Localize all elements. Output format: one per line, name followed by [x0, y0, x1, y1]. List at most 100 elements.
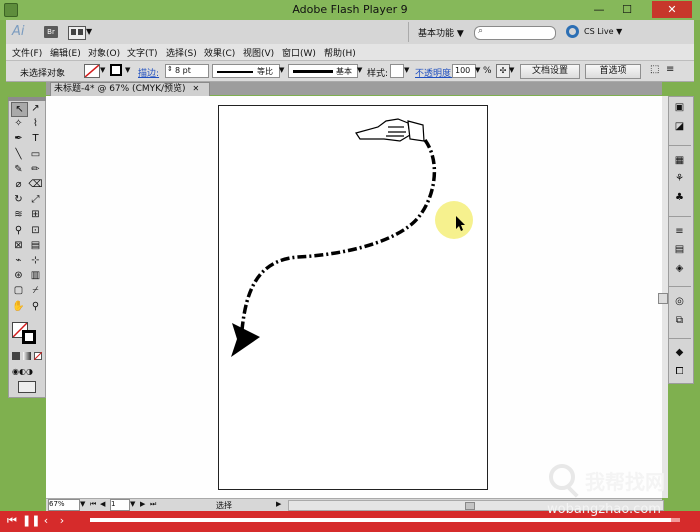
- menu-item-7[interactable]: 窗口(W): [282, 46, 316, 59]
- dock-collapse-handle[interactable]: [658, 293, 668, 304]
- brush-definition[interactable]: 基本: [288, 64, 358, 78]
- workspace-switcher[interactable]: 基本功能 ▼: [418, 26, 464, 39]
- swatches-panel-icon[interactable]: ▦: [672, 154, 687, 167]
- prev-artboard-icon[interactable]: ◀: [100, 500, 105, 508]
- color-guide-panel-icon[interactable]: ◪: [672, 120, 687, 133]
- recolor-dropdown-icon[interactable]: ▼: [509, 66, 514, 74]
- perspective-grid-tool-icon[interactable]: ⊡: [28, 224, 43, 237]
- opacity-field[interactable]: 100: [452, 64, 476, 78]
- stroke-weight-field[interactable]: 8 pt ⇕: [165, 64, 209, 78]
- eyedropper-tool-icon[interactable]: ⌁: [11, 254, 26, 267]
- style-dropdown-icon[interactable]: ▼: [404, 66, 409, 74]
- cs-live-button[interactable]: CS Live ▼: [584, 27, 622, 36]
- first-artboard-icon[interactable]: ⏮: [90, 500, 96, 509]
- artwork[interactable]: [218, 105, 486, 488]
- align-icon[interactable]: ⬚: [650, 64, 659, 75]
- last-artboard-icon[interactable]: ⏭: [150, 500, 156, 509]
- type-tool-icon[interactable]: T: [28, 132, 43, 145]
- artboard-number-field[interactable]: 1: [110, 499, 130, 511]
- stroke-dropdown-icon[interactable]: ▼: [125, 66, 130, 74]
- maximize-button[interactable]: ☐: [614, 1, 640, 18]
- status-menu-icon[interactable]: ▶: [276, 500, 281, 508]
- shape-builder-tool-icon[interactable]: ⚲: [11, 224, 26, 237]
- artboard-dropdown-icon[interactable]: ▼: [130, 500, 135, 508]
- stroke-swatch[interactable]: [110, 64, 122, 76]
- gradient-tool-icon[interactable]: ▤: [28, 239, 43, 252]
- stroke-label[interactable]: 描边:: [138, 66, 159, 79]
- recolor-icon[interactable]: ✣: [496, 64, 510, 78]
- bridge-button[interactable]: Br: [44, 26, 58, 38]
- document-setup-button[interactable]: 文档设置: [520, 64, 580, 79]
- draw-mode-icons[interactable]: ◉◐◑: [12, 367, 40, 376]
- graphic-styles-panel-icon[interactable]: ⧉: [672, 314, 687, 327]
- profile-dropdown-icon[interactable]: ▼: [279, 66, 284, 74]
- menu-item-6[interactable]: 视图(V): [243, 46, 274, 59]
- pointing-hand-icon[interactable]: [355, 118, 425, 142]
- opacity-label[interactable]: 不透明度:: [415, 66, 454, 79]
- direct-selection-tool-icon[interactable]: ↗: [28, 102, 43, 115]
- skip-back-icon[interactable]: ⏮: [6, 514, 18, 528]
- tools-panel-grip[interactable]: [8, 97, 46, 101]
- magic-wand-tool-icon[interactable]: ✧: [11, 117, 26, 130]
- pen-tool-icon[interactable]: ✒: [11, 132, 26, 145]
- appearance-panel-icon[interactable]: ◎: [672, 295, 687, 308]
- screen-mode-icon[interactable]: [18, 381, 36, 393]
- fill-swatch[interactable]: [84, 64, 100, 78]
- artboard-tool-icon[interactable]: ▢: [11, 284, 26, 297]
- arrange-documents-icon[interactable]: [68, 26, 86, 40]
- paintbrush-tool-icon[interactable]: ✎: [11, 163, 26, 176]
- zoom-field[interactable]: 67%: [48, 499, 80, 511]
- brushes-panel-icon[interactable]: ⚘: [672, 172, 687, 185]
- search-input[interactable]: ⌕: [474, 26, 556, 40]
- slice-tool-icon[interactable]: ⌿: [28, 284, 43, 297]
- next-frame-icon[interactable]: ›: [56, 514, 68, 528]
- zoom-tool-icon[interactable]: ⚲: [28, 300, 43, 313]
- color-mode-icon[interactable]: [12, 352, 20, 360]
- arrange-dropdown-icon[interactable]: ▼: [86, 27, 92, 36]
- menu-item-3[interactable]: 文字(T): [127, 46, 158, 59]
- stepper-icon[interactable]: ⇕: [167, 65, 173, 73]
- opacity-dropdown-icon[interactable]: ▼: [475, 66, 480, 74]
- none-mode-icon[interactable]: [34, 352, 42, 360]
- transparency-panel-icon[interactable]: ◈: [672, 262, 687, 275]
- dash-dot-curve[interactable]: [240, 138, 437, 331]
- menu-item-4[interactable]: 选择(S): [166, 46, 197, 59]
- tab-close-icon[interactable]: ✕: [192, 84, 199, 93]
- variable-width-profile[interactable]: 等比: [212, 64, 280, 78]
- gradient-mode-icon[interactable]: [23, 352, 31, 360]
- rectangle-tool-icon[interactable]: ▭: [28, 148, 43, 161]
- next-artboard-icon[interactable]: ▶: [140, 500, 145, 508]
- panel-menu-icon[interactable]: ≡: [666, 64, 674, 75]
- arrowhead-icon[interactable]: [231, 323, 260, 357]
- menu-item-8[interactable]: 帮助(H): [324, 46, 356, 59]
- color-panel-icon[interactable]: ▣: [672, 101, 687, 114]
- blend-tool-icon[interactable]: ⊹: [28, 254, 43, 267]
- stroke-panel-icon[interactable]: ≡: [672, 225, 687, 238]
- gradient-panel-icon[interactable]: ▤: [672, 243, 687, 256]
- style-swatch[interactable]: [390, 64, 404, 78]
- preferences-button[interactable]: 首选项: [585, 64, 641, 79]
- pencil-tool-icon[interactable]: ✏: [28, 163, 43, 176]
- menu-item-5[interactable]: 效果(C): [204, 46, 235, 59]
- hand-tool-icon[interactable]: ✋: [11, 300, 26, 313]
- pause-icon[interactable]: ❚❚: [22, 514, 40, 528]
- symbols-panel-icon[interactable]: ♣: [672, 191, 687, 204]
- minimize-button[interactable]: —: [586, 1, 612, 18]
- selection-tool-icon[interactable]: ↖: [11, 102, 28, 117]
- horizontal-scroll-thumb[interactable]: [465, 502, 475, 510]
- column-graph-tool-icon[interactable]: ▥: [28, 269, 43, 282]
- eraser-tool-icon[interactable]: ⌫: [28, 178, 43, 191]
- blob-brush-tool-icon[interactable]: ⌀: [11, 178, 26, 191]
- stroke-color-swatch[interactable]: [22, 330, 36, 344]
- prev-frame-icon[interactable]: ‹: [40, 514, 52, 528]
- scale-tool-icon[interactable]: ⤢: [28, 193, 43, 206]
- menu-item-0[interactable]: 文件(F): [12, 46, 42, 59]
- mesh-tool-icon[interactable]: ⊠: [11, 239, 26, 252]
- line-tool-icon[interactable]: ╲: [11, 148, 26, 161]
- symbol-sprayer-tool-icon[interactable]: ⊛: [11, 269, 26, 282]
- free-transform-tool-icon[interactable]: ⊞: [28, 208, 43, 221]
- zoom-dropdown-icon[interactable]: ▼: [80, 500, 85, 508]
- brush-dropdown-icon[interactable]: ▼: [357, 66, 362, 74]
- lasso-tool-icon[interactable]: ⌇: [28, 117, 43, 130]
- menu-item-2[interactable]: 对象(O): [88, 46, 120, 59]
